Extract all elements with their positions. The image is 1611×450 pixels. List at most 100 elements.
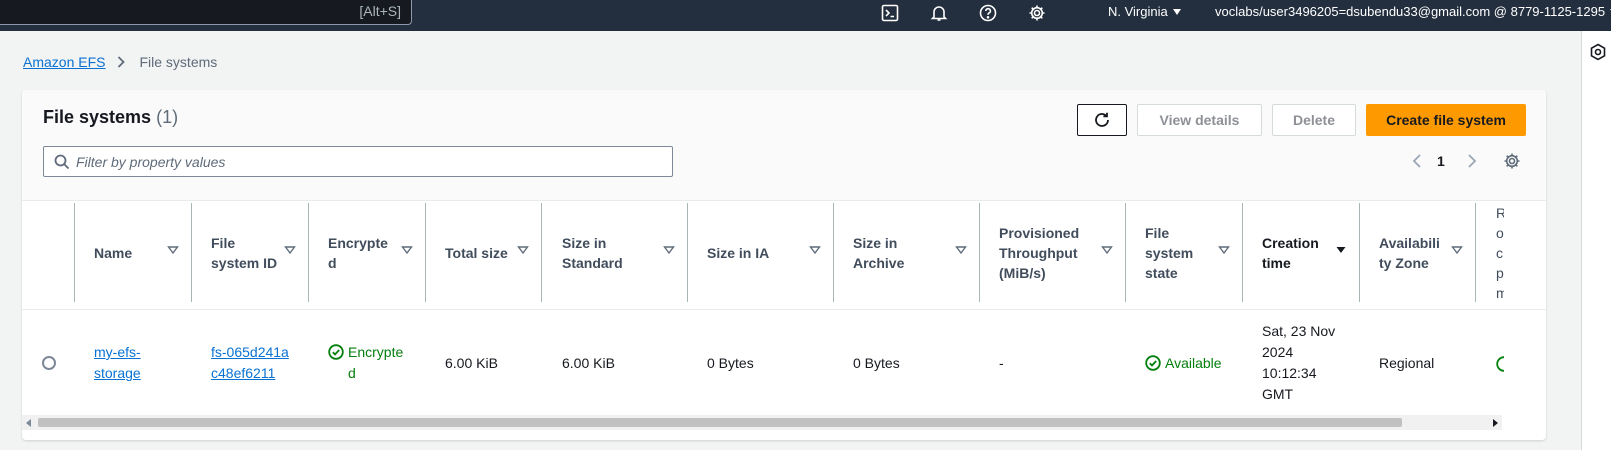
column-label: Size in Archive — [853, 234, 905, 271]
check-circle-icon — [328, 344, 344, 360]
sort-icon[interactable] — [284, 244, 296, 256]
column-label: File system ID — [211, 234, 278, 271]
top-navigation: [Alt+S] N. Virginia voclabs/user3496205=… — [0, 0, 1611, 31]
column-header-truncated[interactable]: R o c p m — [1496, 203, 1504, 302]
gear-icon[interactable] — [1503, 152, 1521, 170]
info-panel-icon[interactable] — [1589, 43, 1607, 61]
sort-icon[interactable] — [663, 244, 675, 256]
chevron-left-icon[interactable] — [1410, 153, 1424, 169]
sort-descending-icon[interactable] — [1335, 244, 1347, 256]
column-divider — [979, 203, 980, 302]
column-label: Creation time — [1262, 234, 1319, 271]
column-divider — [74, 203, 75, 302]
cell-file-system-id: fs-065d241ac48ef6211 — [211, 310, 293, 416]
horizontal-scrollbar[interactable] — [22, 415, 1502, 430]
current-page-number[interactable]: 1 — [1437, 153, 1445, 169]
filter-box — [43, 146, 673, 177]
table-header-row: Name File system ID Encrypted Total size… — [22, 200, 1546, 309]
sort-icon[interactable] — [401, 244, 413, 256]
notifications-icon[interactable] — [929, 3, 949, 23]
cell-availability-zone: Regional — [1379, 354, 1435, 371]
column-divider-wrap — [1242, 203, 1243, 302]
sort-icon[interactable] — [167, 244, 179, 256]
scroll-right-icon[interactable] — [1493, 419, 1498, 427]
encrypted-status: Encrypted — [328, 342, 404, 384]
column-header-creation-time[interactable]: Creation time — [1262, 203, 1332, 302]
cell-size-archive: 0 Bytes — [853, 354, 900, 371]
sort-icon[interactable] — [1451, 244, 1463, 256]
column-divider-wrap — [425, 203, 426, 302]
column-divider-wrap — [979, 203, 980, 302]
column-divider — [833, 203, 834, 302]
column-divider-wrap — [1125, 203, 1126, 302]
column-divider — [687, 203, 688, 302]
column-label: Size in IA — [707, 244, 770, 261]
global-search-box[interactable]: [Alt+S] — [0, 0, 412, 25]
cell-creation-time: Sat, 23 Nov 2024 10:12:34 GMT — [1262, 323, 1336, 402]
settings-icon[interactable] — [1027, 3, 1047, 23]
column-label: Provisioned Throughput (MiB/s) — [999, 224, 1080, 281]
column-divider — [1359, 203, 1360, 302]
column-divider — [1475, 203, 1476, 302]
breadcrumb: Amazon EFS File systems — [23, 54, 217, 70]
scroll-left-icon[interactable] — [26, 419, 31, 427]
chevron-right-icon[interactable] — [1465, 153, 1479, 169]
cell-name: my-efs-storage — [94, 310, 154, 416]
scrollbar-thumb[interactable] — [38, 418, 1402, 427]
column-divider — [191, 203, 192, 302]
column-divider-wrap — [191, 203, 192, 302]
column-header-availability-zone[interactable]: Availability Zone — [1379, 203, 1441, 302]
filter-input[interactable] — [76, 149, 666, 174]
column-header-size-in-standard[interactable]: Size in Standard — [562, 203, 642, 302]
view-details-button[interactable]: View details — [1137, 104, 1262, 136]
region-selector[interactable]: N. Virginia — [1108, 4, 1181, 19]
chevron-down-icon — [1172, 9, 1181, 15]
column-label: Encrypted — [328, 234, 388, 271]
refresh-button[interactable] — [1077, 104, 1127, 136]
column-divider-wrap — [1359, 203, 1360, 302]
table-row[interactable]: my-efs-storage fs-065d241ac48ef6211 Encr… — [22, 309, 1546, 415]
breadcrumb-link-amazon-efs[interactable]: Amazon EFS — [23, 54, 105, 70]
delete-button[interactable]: Delete — [1272, 104, 1356, 136]
cell-truncated — [1496, 310, 1504, 416]
region-label: N. Virginia — [1108, 4, 1168, 19]
column-header-provisioned-throughput[interactable]: Provisioned Throughput (MiB/s) — [999, 203, 1099, 302]
column-divider-wrap — [833, 203, 834, 302]
cell-provisioned-throughput: - — [999, 354, 1004, 371]
sort-icon[interactable] — [809, 244, 821, 256]
file-system-name-link[interactable]: my-efs-storage — [94, 342, 154, 384]
column-divider-wrap — [308, 203, 309, 302]
sort-icon[interactable] — [1218, 244, 1230, 256]
column-label: Name — [94, 244, 133, 261]
column-label: Availability Zone — [1379, 234, 1440, 271]
column-header-encrypted[interactable]: Encrypted — [328, 203, 392, 302]
account-menu[interactable]: voclabs/user3496205=dsubendu33@gmail.com… — [1215, 4, 1611, 19]
column-header-file-system-id[interactable]: File system ID — [211, 203, 281, 302]
cell-total-size: 6.00 KiB — [445, 354, 498, 371]
create-file-system-button[interactable]: Create file system — [1366, 104, 1526, 136]
column-divider — [308, 203, 309, 302]
column-header-name[interactable]: Name — [94, 203, 154, 302]
column-header-size-in-archive[interactable]: Size in Archive — [853, 203, 923, 302]
column-header-size-in-ia[interactable]: Size in IA — [707, 203, 797, 302]
column-header-file-system-state[interactable]: File system state — [1145, 203, 1201, 302]
state-label: Available — [1165, 354, 1222, 371]
encrypted-label: Encrypted — [348, 344, 404, 381]
file-system-id-link[interactable]: fs-065d241ac48ef6211 — [211, 342, 293, 384]
cell-size-standard: 6.00 KiB — [562, 354, 615, 371]
file-systems-table-container: File systems (1) View details Delete Cre… — [22, 90, 1546, 440]
search-icon — [54, 154, 70, 170]
column-label: Size in Standard — [562, 234, 623, 271]
column-divider — [1125, 203, 1126, 302]
column-header-total-size[interactable]: Total size — [445, 203, 520, 302]
sort-icon[interactable] — [955, 244, 967, 256]
account-label: voclabs/user3496205=dsubendu33@gmail.com… — [1215, 4, 1606, 19]
title-text: File systems — [43, 107, 152, 127]
sort-icon[interactable] — [1101, 244, 1113, 256]
row-select-radio[interactable] — [42, 356, 56, 370]
column-label: File system state — [1145, 224, 1194, 281]
sort-icon[interactable] — [517, 244, 529, 256]
help-icon[interactable] — [978, 3, 998, 23]
state-status: Available — [1145, 353, 1222, 374]
cloudshell-icon[interactable] — [880, 3, 900, 23]
